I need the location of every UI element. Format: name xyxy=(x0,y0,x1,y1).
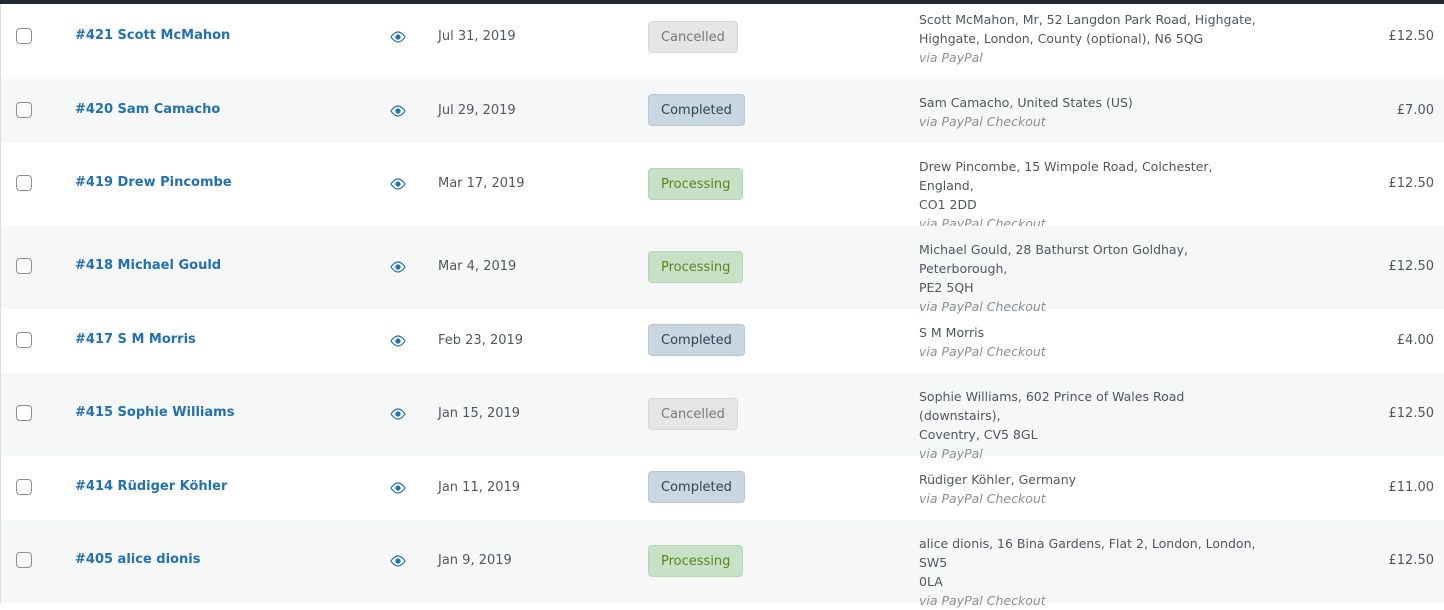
shipping-address: S M Morris via PayPal Checkout xyxy=(919,323,1264,361)
address-line: PE2 5QH xyxy=(919,280,974,295)
payment-method: via PayPal Checkout xyxy=(919,114,1046,129)
order-total: £4.00 xyxy=(1396,333,1434,348)
status-badge: Processing xyxy=(648,168,744,200)
shipping-address: Sophie Williams, 602 Prince of Wales Roa… xyxy=(919,387,1264,463)
table-row: #419 Drew Pincombe Mar 17, 2019 Processi… xyxy=(1,143,1444,231)
row-checkbox[interactable] xyxy=(16,102,32,118)
table-row: #415 Sophie Williams Jan 15, 2019 Cancel… xyxy=(1,373,1444,461)
order-total: £12.50 xyxy=(1388,259,1435,274)
shipping-address: Sam Camacho, United States (US) via PayP… xyxy=(919,93,1264,131)
order-date: Jan 9, 2019 xyxy=(438,553,512,568)
order-date: Jul 31, 2019 xyxy=(438,29,516,44)
shipping-address: alice dionis, 16 Bina Gardens, Flat 2, L… xyxy=(919,534,1264,610)
payment-method: via PayPal Checkout xyxy=(919,491,1046,506)
shipping-address: Michael Gould, 28 Bathurst Orton Goldhay… xyxy=(919,240,1264,316)
row-checkbox[interactable] xyxy=(16,479,32,495)
order-link[interactable]: #414 Rüdiger Köhler xyxy=(75,479,227,494)
eye-icon[interactable] xyxy=(389,177,407,191)
payment-method: via PayPal xyxy=(919,50,983,65)
row-checkbox[interactable] xyxy=(16,405,32,421)
order-date: Mar 17, 2019 xyxy=(438,176,525,191)
row-checkbox[interactable] xyxy=(16,175,32,191)
address-line: Michael Gould, 28 Bathurst Orton Goldhay… xyxy=(919,242,1188,276)
order-date: Jan 11, 2019 xyxy=(438,480,521,495)
row-checkbox[interactable] xyxy=(16,258,32,274)
eye-icon[interactable] xyxy=(389,481,407,495)
order-link[interactable]: #421 Scott McMahon xyxy=(75,28,230,43)
order-date: Jul 29, 2019 xyxy=(438,103,516,118)
payment-method: via PayPal Checkout xyxy=(919,344,1046,359)
order-total: £12.50 xyxy=(1388,406,1435,421)
order-link[interactable]: #419 Drew Pincombe xyxy=(75,175,232,190)
address-line: CO1 2DD xyxy=(919,197,977,212)
payment-method: via PayPal Checkout xyxy=(919,593,1046,608)
address-line: Highgate, London, County (optional), N6 … xyxy=(919,31,1204,46)
order-date: Jan 15, 2019 xyxy=(438,406,521,421)
row-checkbox[interactable] xyxy=(16,28,32,44)
order-link[interactable]: #405 alice dionis xyxy=(75,552,200,567)
order-total: £11.00 xyxy=(1388,480,1435,495)
shipping-address: Rüdiger Köhler, Germany via PayPal Check… xyxy=(919,470,1264,508)
order-link[interactable]: #420 Sam Camacho xyxy=(75,102,220,117)
table-row: #414 Rüdiger Köhler Jan 11, 2019 Complet… xyxy=(1,456,1444,520)
shipping-address: Drew Pincombe, 15 Wimpole Road, Colchest… xyxy=(919,157,1264,233)
order-total: £12.50 xyxy=(1388,553,1435,568)
order-total: £7.00 xyxy=(1396,103,1434,118)
order-date: Feb 23, 2019 xyxy=(438,333,524,348)
order-link[interactable]: #418 Michael Gould xyxy=(75,258,221,273)
address-line: Sam Camacho, United States (US) xyxy=(919,95,1133,110)
address-line: Sophie Williams, 602 Prince of Wales Roa… xyxy=(919,389,1185,423)
shipping-address: Scott McMahon, Mr, 52 Langdon Park Road,… xyxy=(919,10,1264,67)
status-badge: Cancelled xyxy=(648,21,738,53)
order-link[interactable]: #417 S M Morris xyxy=(75,332,196,347)
table-row: #405 alice dionis Jan 9, 2019 Processing… xyxy=(1,520,1444,608)
order-total: £12.50 xyxy=(1388,29,1435,44)
table-row: #420 Sam Camacho Jul 29, 2019 Completed … xyxy=(1,79,1444,143)
status-badge: Completed xyxy=(648,471,745,503)
eye-icon[interactable] xyxy=(389,260,407,274)
address-line: Rüdiger Köhler, Germany xyxy=(919,472,1077,487)
eye-icon[interactable] xyxy=(389,407,407,421)
status-badge: Processing xyxy=(648,251,744,283)
status-badge: Cancelled xyxy=(648,398,738,430)
orders-table: #421 Scott McMahon Jul 31, 2019 Cancelle… xyxy=(0,4,1444,608)
address-line: Coventry, CV5 8GL xyxy=(919,427,1038,442)
address-line: 0LA xyxy=(919,574,943,589)
address-line: Drew Pincombe, 15 Wimpole Road, Colchest… xyxy=(919,159,1213,193)
status-badge: Completed xyxy=(648,94,745,126)
address-line: alice dionis, 16 Bina Gardens, Flat 2, L… xyxy=(919,536,1256,570)
eye-icon[interactable] xyxy=(389,104,407,118)
table-row: #421 Scott McMahon Jul 31, 2019 Cancelle… xyxy=(1,4,1444,79)
status-badge: Completed xyxy=(648,324,745,356)
table-row: #417 S M Morris Feb 23, 2019 Completed S… xyxy=(1,309,1444,373)
address-line: Scott McMahon, Mr, 52 Langdon Park Road,… xyxy=(919,12,1256,27)
status-badge: Processing xyxy=(648,545,744,577)
eye-icon[interactable] xyxy=(389,30,407,44)
table-row: #418 Michael Gould Mar 4, 2019 Processin… xyxy=(1,226,1444,314)
row-checkbox[interactable] xyxy=(16,332,32,348)
order-total: £12.50 xyxy=(1388,176,1435,191)
address-line: S M Morris xyxy=(919,325,985,340)
row-checkbox[interactable] xyxy=(16,552,32,568)
order-date: Mar 4, 2019 xyxy=(438,259,517,274)
eye-icon[interactable] xyxy=(389,554,407,568)
eye-icon[interactable] xyxy=(389,334,407,348)
order-link[interactable]: #415 Sophie Williams xyxy=(75,405,234,420)
